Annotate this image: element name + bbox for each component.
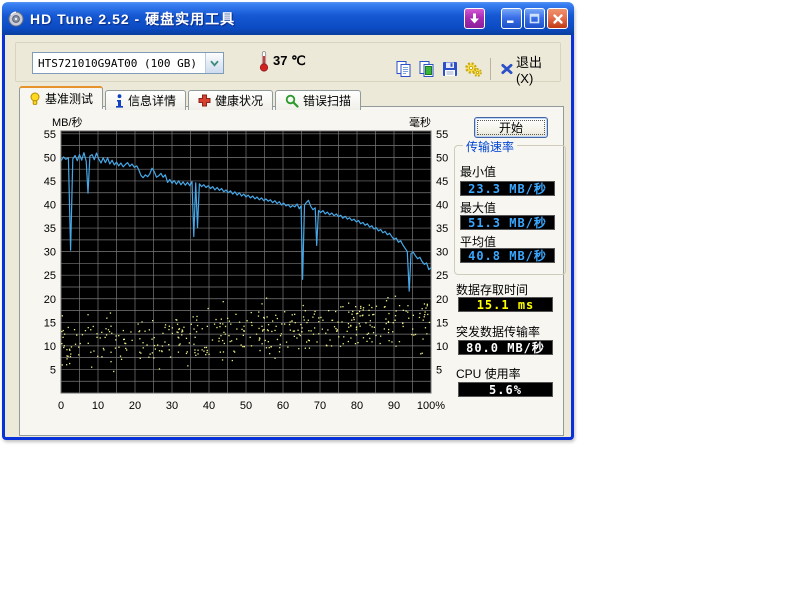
tab-benchmark-label: 基准测试 <box>45 90 93 107</box>
cpu-usage-display: 5.6% <box>458 382 553 397</box>
svg-text:100%: 100% <box>417 400 445 412</box>
save-icon <box>441 60 459 78</box>
svg-text:15: 15 <box>44 317 56 329</box>
svg-text:30: 30 <box>166 400 178 412</box>
window-title: HD Tune 2.52 - 硬盘实用工具 <box>30 9 462 29</box>
svg-text:35: 35 <box>436 223 448 235</box>
thermometer-icon <box>259 50 269 72</box>
max-value-display: 51.3 MB/秒 <box>460 215 555 230</box>
svg-text:5: 5 <box>50 364 56 376</box>
save-button[interactable] <box>439 57 462 82</box>
svg-text:30: 30 <box>44 247 56 259</box>
settings-button[interactable] <box>462 57 485 82</box>
temperature-value: 37 ℃ <box>273 53 306 69</box>
chevron-down-icon <box>210 60 219 67</box>
svg-text:20: 20 <box>436 294 448 306</box>
settings-gears-icon <box>464 60 483 78</box>
tab-error-scan[interactable]: 错误扫描 <box>275 90 361 110</box>
minimize-icon <box>506 13 517 24</box>
maximize-button[interactable] <box>524 8 545 29</box>
svg-text:50: 50 <box>240 400 252 412</box>
svg-text:10: 10 <box>92 400 104 412</box>
svg-text:80: 80 <box>351 400 363 412</box>
scan-magnifier-icon <box>285 94 299 108</box>
tab-health-label: 健康状况 <box>215 92 263 109</box>
access-time-label: 数据存取时间 <box>456 281 528 298</box>
maximize-icon <box>529 13 540 24</box>
svg-text:20: 20 <box>44 294 56 306</box>
copy-image-button[interactable] <box>415 57 438 82</box>
temperature-indicator: 37 ℃ <box>259 50 306 72</box>
copy-button[interactable] <box>392 57 415 82</box>
svg-text:45: 45 <box>44 176 56 188</box>
access-time-display: 15.1 ms <box>458 297 553 312</box>
svg-text:90: 90 <box>388 400 400 412</box>
cpu-usage-label: CPU 使用率 <box>456 365 521 382</box>
tab-benchmark[interactable]: 基准测试 <box>19 86 103 109</box>
close-icon <box>552 13 564 25</box>
svg-text:40: 40 <box>436 200 448 212</box>
toolbar: HTS721010G9AT00 (100 GB) 37 ℃ <box>15 42 561 82</box>
titlebar[interactable]: HD Tune 2.52 - 硬盘实用工具 <box>2 2 574 35</box>
desktop: HD Tune 2.52 - 硬盘实用工具 <box>0 0 800 600</box>
svg-text:55: 55 <box>436 129 448 141</box>
svg-text:20: 20 <box>129 400 141 412</box>
svg-text:5: 5 <box>436 364 442 376</box>
transfer-rate-group-title: 传输速率 <box>463 138 517 155</box>
minimize-button[interactable] <box>501 8 522 29</box>
exit-x-icon <box>500 62 514 76</box>
tab-info[interactable]: 信息详情 <box>105 90 186 110</box>
benchmark-panel: 5555505045454040353530302525202015151010… <box>19 106 564 436</box>
exit-button[interactable]: 退出(X) <box>496 50 560 88</box>
svg-text:10: 10 <box>44 341 56 353</box>
benchmark-chart: 5555505045454040353530302525202015151010… <box>34 117 454 417</box>
svg-text:50: 50 <box>436 152 448 164</box>
burst-rate-display: 80.0 MB/秒 <box>458 340 553 355</box>
svg-text:15: 15 <box>436 317 448 329</box>
app-icon <box>8 11 24 27</box>
svg-text:30: 30 <box>436 247 448 259</box>
copy-icon <box>395 60 413 78</box>
svg-text:45: 45 <box>436 176 448 188</box>
svg-text:60: 60 <box>277 400 289 412</box>
exit-button-label: 退出(X) <box>516 52 556 86</box>
drive-select-dropdown-button[interactable] <box>205 53 223 73</box>
avg-value-display: 40.8 MB/秒 <box>460 248 555 263</box>
svg-text:50: 50 <box>44 152 56 164</box>
svg-text:毫秒: 毫秒 <box>409 117 431 129</box>
min-value-display: 23.3 MB/秒 <box>460 181 555 196</box>
svg-text:25: 25 <box>436 270 448 282</box>
download-arrow-icon <box>468 12 481 25</box>
toolbar-buttons: 退出(X) <box>392 50 560 88</box>
download-update-button[interactable] <box>464 8 485 29</box>
svg-text:25: 25 <box>44 270 56 282</box>
benchmark-bulb-icon <box>29 92 41 106</box>
svg-text:40: 40 <box>203 400 215 412</box>
svg-text:70: 70 <box>314 400 326 412</box>
tab-health[interactable]: 健康状况 <box>188 90 273 110</box>
svg-text:10: 10 <box>436 341 448 353</box>
tab-strip: 基准测试 信息详情 健康状况 错误扫描 <box>19 86 363 109</box>
toolbar-separator <box>490 58 491 80</box>
burst-rate-label: 突发数据传输率 <box>456 323 540 340</box>
drive-select-value: HTS721010G9AT00 (100 GB) <box>33 57 205 70</box>
svg-text:35: 35 <box>44 223 56 235</box>
svg-text:0: 0 <box>58 400 64 412</box>
tab-info-label: 信息详情 <box>128 92 176 109</box>
svg-text:40: 40 <box>44 200 56 212</box>
hd-tune-window: HD Tune 2.52 - 硬盘实用工具 <box>2 2 574 440</box>
copy-image-icon <box>418 60 436 78</box>
start-button[interactable]: 开始 <box>474 117 548 138</box>
svg-text:MB/秒: MB/秒 <box>52 117 83 129</box>
close-button[interactable] <box>547 8 568 29</box>
min-label: 最小值 <box>460 163 496 180</box>
svg-text:55: 55 <box>44 129 56 141</box>
health-cross-icon <box>198 94 211 107</box>
info-icon <box>115 94 124 108</box>
drive-select[interactable]: HTS721010G9AT00 (100 GB) <box>32 52 224 74</box>
tab-error-scan-label: 错误扫描 <box>303 92 351 109</box>
